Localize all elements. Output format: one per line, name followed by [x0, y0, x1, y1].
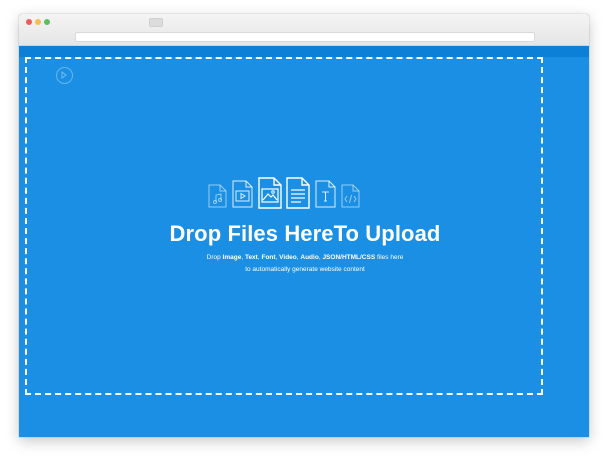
file-type-video: Video	[279, 254, 297, 261]
file-type-audio: Audio	[300, 254, 319, 261]
image-file-icon	[258, 177, 282, 209]
file-type-text: Text	[244, 254, 258, 261]
audio-file-icon	[208, 184, 227, 208]
font-file-icon	[315, 180, 336, 208]
file-type-image: Image	[222, 254, 242, 261]
minimize-window-button[interactable]	[35, 19, 41, 25]
app-header-bar	[19, 46, 589, 57]
file-type-code: JSON/HTML/CSS	[322, 254, 376, 261]
drop-subtitle: to automatically generate website conten…	[245, 266, 365, 273]
drop-instructions: Drop Image, Text, Font, Video, Audio, JS…	[206, 254, 404, 261]
browser-tab[interactable]	[149, 18, 163, 27]
drop-headline: Drop Files HereTo Upload	[169, 221, 441, 246]
maximize-window-button[interactable]	[44, 19, 50, 25]
address-bar[interactable]	[75, 32, 535, 42]
file-type-icons	[208, 177, 360, 213]
close-window-button[interactable]	[26, 19, 32, 25]
video-file-icon	[232, 180, 253, 208]
code-file-icon	[341, 184, 360, 208]
browser-toolbar	[19, 14, 589, 46]
text-file-icon	[286, 177, 310, 209]
file-type-font: Font	[261, 254, 276, 261]
